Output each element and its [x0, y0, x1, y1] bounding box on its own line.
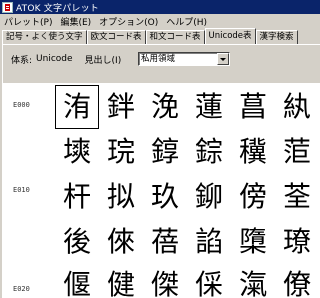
heading-select[interactable]: 私用領域 — [138, 52, 230, 66]
char-cell[interactable]: 玖 — [143, 175, 187, 219]
char-cell[interactable]: 鉡 — [99, 85, 143, 129]
unicode-panel: 体系: Unicode 見出し(I) 私用領域 E000 E010 E020 洧… — [2, 44, 320, 298]
filter-row: 体系: Unicode 見出し(I) — [11, 52, 125, 66]
char-cell[interactable]: 錞 — [143, 130, 187, 174]
char-cell[interactable]: 浼 — [143, 85, 187, 129]
row-label-e000: E000 — [13, 101, 30, 109]
char-cell[interactable]: 倸 — [187, 263, 231, 298]
menu-help[interactable]: ヘルプ(H) — [166, 15, 207, 28]
tab-symbols[interactable]: 記号・よく使う文字 — [2, 30, 87, 44]
char-cell[interactable]: 璙 — [275, 220, 319, 264]
char-cell[interactable]: 蓓 — [143, 220, 187, 264]
char-cell[interactable]: 菃 — [275, 130, 319, 174]
tab-strip: 記号・よく使う文字 欧文コード表 和文コード表 Unicode表 漢字検索 — [2, 28, 320, 44]
row-label-e020: E020 — [13, 285, 30, 293]
char-cell[interactable]: 䆊 — [231, 130, 275, 174]
menu-bar: パレット(P) 編集(E) オプション(O) ヘルプ(H) — [0, 14, 320, 29]
char-cell[interactable]: 菖 — [231, 85, 275, 129]
char-cell[interactable]: 傑 — [143, 263, 187, 298]
heading-select-value: 私用領域 — [141, 54, 176, 64]
char-cell[interactable]: 健 — [99, 263, 143, 298]
char-cell[interactable]: 㯐 — [231, 220, 275, 264]
char-cell[interactable]: 紈 — [275, 85, 319, 129]
char-cell[interactable]: 荃 — [275, 175, 319, 219]
character-grid: E000 E010 E020 洧 鉡 浼 蓮 菖 紈 塽 琓 錞 錝 䆊 菃 杆… — [3, 83, 320, 298]
char-cell[interactable]: 倈 — [99, 220, 143, 264]
tab-kanji-search[interactable]: 漢字検索 — [255, 30, 298, 44]
char-cell[interactable]: 滊 — [231, 263, 275, 298]
char-cell[interactable]: 鉚 — [187, 175, 231, 219]
title-bar: ATOK 文字パレット — [0, 0, 320, 14]
system-label: 体系: — [11, 55, 33, 66]
menu-options[interactable]: オプション(O) — [99, 15, 158, 28]
tab-japanese-code[interactable]: 和文コード表 — [145, 30, 205, 44]
char-cell[interactable]: 錝 — [187, 130, 231, 174]
char-cell[interactable]: 洧 — [55, 85, 99, 129]
menu-palette[interactable]: パレット(P) — [4, 15, 52, 28]
window-title: ATOK 文字パレット — [16, 3, 100, 14]
tab-latin-code[interactable]: 欧文コード表 — [86, 30, 146, 44]
char-cell[interactable]: 後 — [55, 220, 99, 264]
chevron-down-icon[interactable] — [217, 53, 229, 65]
char-cell[interactable]: 塽 — [55, 130, 99, 174]
char-cell[interactable]: 諂 — [187, 220, 231, 264]
char-cell[interactable]: 僚 — [275, 263, 319, 298]
atok-app-icon — [2, 1, 13, 13]
char-cell[interactable]: 蓮 — [187, 85, 231, 129]
char-cell[interactable]: 傍 — [231, 175, 275, 219]
char-cell[interactable]: 杆 — [55, 175, 99, 219]
heading-label: 見出し(I) — [84, 55, 122, 66]
tab-unicode[interactable]: Unicode表 — [204, 28, 256, 44]
char-cell[interactable]: 偃 — [55, 263, 99, 298]
system-value: Unicode — [36, 54, 73, 64]
menu-edit[interactable]: 編集(E) — [60, 15, 91, 28]
char-cell[interactable]: 拟 — [99, 175, 143, 219]
row-label-e010: E010 — [13, 186, 30, 194]
char-cell[interactable]: 琓 — [99, 130, 143, 174]
